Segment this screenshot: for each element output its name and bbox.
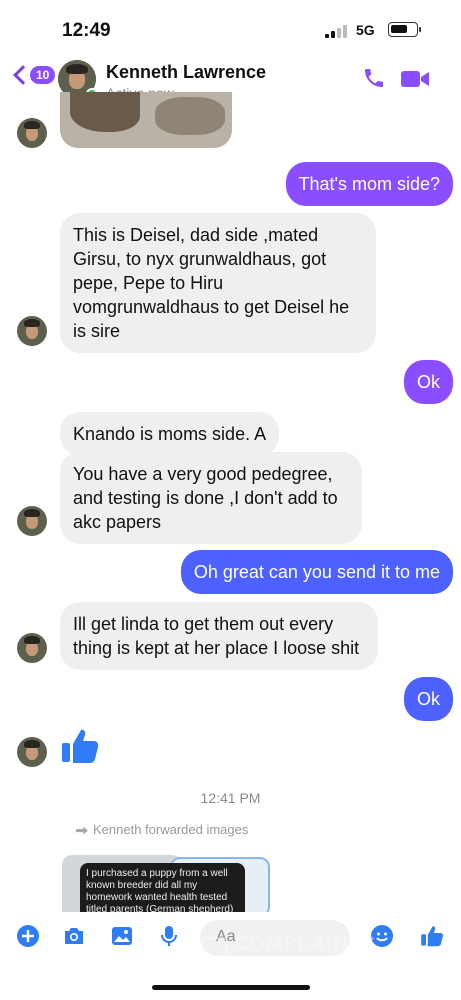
avatar <box>17 316 47 346</box>
signal-icon <box>325 24 349 38</box>
thumbs-up-send-icon[interactable] <box>420 924 444 948</box>
contact-name[interactable]: Kenneth Lawrence <box>106 62 266 83</box>
gallery-icon[interactable] <box>110 924 134 948</box>
message-timestamp: 12:41 PM <box>200 790 261 806</box>
home-indicator <box>152 985 310 990</box>
back-chevron-icon <box>13 65 33 85</box>
message-outgoing[interactable]: Ok <box>403 360 453 404</box>
message-outgoing[interactable]: Oh great can you send it to me <box>180 550 453 594</box>
watermark-line2: BOARD <box>234 953 313 975</box>
message-incoming[interactable]: You have a very good pedegree, and testi… <box>60 452 362 544</box>
video-camera-icon[interactable] <box>400 69 430 89</box>
battery-icon <box>388 22 421 37</box>
message-incoming[interactable]: Ill get linda to get them out every thin… <box>60 602 378 670</box>
back-button[interactable]: 10 <box>10 65 56 85</box>
forwarded-images[interactable]: I purchased a puppy from a well known br… <box>60 845 280 925</box>
network-type: 5G <box>356 22 375 38</box>
shield-icon <box>200 937 228 971</box>
forwarded-text: Kenneth forwarded images <box>93 822 249 837</box>
image-message[interactable] <box>60 92 232 148</box>
avatar <box>17 506 47 536</box>
plus-icon[interactable] <box>16 924 40 948</box>
message-outgoing[interactable]: That's mom side? <box>285 162 453 206</box>
message-outgoing[interactable]: Ok <box>403 677 453 721</box>
forward-arrow-icon <box>76 826 88 835</box>
forwarded-label: Kenneth forwarded images <box>76 822 248 837</box>
unread-badge: 10 <box>30 66 56 84</box>
phone-icon[interactable] <box>362 66 386 90</box>
status-time: 12:49 <box>62 20 111 41</box>
watermark: COMPLAINTS BOARD <box>200 930 420 978</box>
message-incoming[interactable]: Knando is moms side. A <box>60 412 280 456</box>
message-incoming[interactable]: This is Deisel, dad side ,mated Girsu, t… <box>60 213 376 353</box>
avatar <box>17 118 47 148</box>
camera-icon[interactable] <box>62 924 86 948</box>
microphone-icon[interactable] <box>157 924 181 948</box>
avatar <box>17 633 47 663</box>
avatar <box>17 737 47 767</box>
status-bar: 12:49 5G <box>0 0 461 52</box>
watermark-line1: COMPLAINTS <box>234 933 377 955</box>
thumbs-up-icon[interactable] <box>60 726 100 766</box>
